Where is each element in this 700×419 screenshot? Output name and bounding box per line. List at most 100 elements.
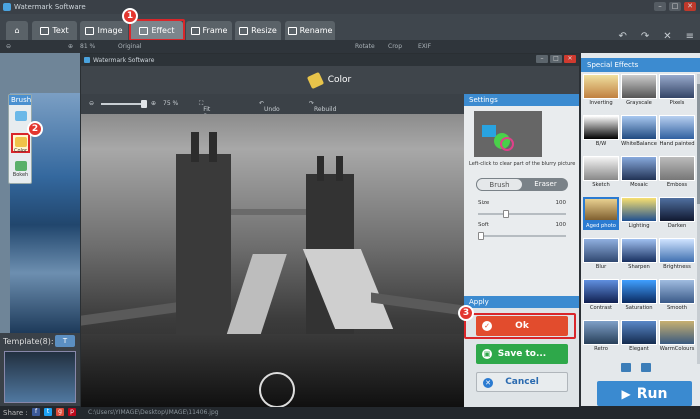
template-panel: Template(8): T	[0, 333, 80, 406]
save-preset-icon[interactable]	[621, 363, 631, 372]
preview-brush-ring	[500, 137, 514, 151]
original-button[interactable]: Original	[118, 43, 141, 50]
effect-label: Darken	[667, 223, 687, 229]
bokeh-brush-icon	[14, 161, 27, 171]
effect-item[interactable]: B/W	[583, 115, 619, 148]
effect-label: Elegant	[629, 346, 649, 352]
tab-frame[interactable]: Frame	[186, 21, 232, 40]
bridge-photo-canvas[interactable]	[81, 114, 464, 407]
effect-item[interactable]: Retro	[583, 320, 619, 353]
twitter-icon[interactable]: t	[44, 408, 52, 416]
brush-item-bokeh[interactable]: Bokeh	[11, 159, 30, 179]
save-to-button[interactable]: ▣ Save to...	[476, 344, 568, 364]
app-title: Watermark Software	[14, 3, 86, 11]
zoom-in-icon[interactable]: ⊕	[68, 43, 73, 50]
home-icon: ⌂	[14, 26, 20, 35]
cancel-button[interactable]: ✕ Cancel	[476, 372, 568, 392]
effect-item[interactable]: Aged photo	[583, 197, 619, 230]
effect-item[interactable]: Grayscale	[621, 74, 657, 107]
eraser-mode-button[interactable]: Eraser	[523, 178, 568, 191]
dialog-app-icon	[84, 57, 90, 63]
effect-label: Hand painted	[659, 141, 695, 147]
size-slider[interactable]	[478, 210, 566, 218]
step-badge-2: 2	[27, 121, 43, 137]
exif-button[interactable]: EXIF	[418, 43, 431, 50]
rename-icon	[287, 26, 297, 35]
app-titlebar: Watermark Software – □ ✕	[0, 0, 700, 14]
facebook-icon[interactable]: f	[32, 408, 40, 416]
color-brush-label: Color	[13, 148, 28, 154]
soft-slider[interactable]	[478, 232, 566, 240]
ok-button[interactable]: ✓ Ok	[476, 316, 568, 336]
step-badge-3: 3	[458, 305, 474, 321]
soft-slider-knob[interactable]	[478, 232, 484, 240]
rotate-button[interactable]: Rotate	[355, 43, 375, 50]
size-slider-knob[interactable]	[502, 210, 509, 218]
size-row: Size 100	[478, 200, 566, 206]
effect-thumbnail	[621, 115, 657, 140]
load-preset-icon[interactable]	[641, 363, 651, 372]
tab-image[interactable]: Image	[80, 21, 128, 40]
undo-button[interactable]: ↶ Undo	[259, 100, 280, 113]
effect-item[interactable]: Mosaic	[621, 156, 657, 189]
effect-item[interactable]: Inverting	[583, 74, 619, 107]
main-zoom-value: 81 %	[80, 43, 96, 50]
brush-item-color[interactable]: Color	[11, 133, 30, 154]
effect-item[interactable]: Lighting	[621, 197, 657, 230]
close-button[interactable]: ✕	[684, 2, 696, 11]
minimize-button[interactable]: –	[654, 2, 666, 11]
effect-item[interactable]: Hand painted	[659, 115, 695, 148]
effect-label: Emboss	[666, 182, 688, 188]
template-add-button[interactable]: T	[55, 335, 75, 347]
run-button[interactable]: ▶ Run	[597, 381, 692, 406]
effect-item[interactable]: Elegant	[621, 320, 657, 353]
effect-item[interactable]: Contrast	[583, 279, 619, 312]
effect-item[interactable]: Smooth	[659, 279, 695, 312]
right-tower-spire-a	[317, 156, 324, 181]
pinterest-icon[interactable]: p	[68, 408, 76, 416]
effect-item[interactable]: Sketch	[583, 156, 619, 189]
tab-rename[interactable]: Rename	[285, 21, 335, 40]
maximize-button[interactable]: □	[669, 2, 681, 11]
effect-item[interactable]: Brightness	[659, 238, 695, 271]
crop-button[interactable]: Crop	[388, 43, 402, 50]
play-icon: ▶	[621, 386, 631, 401]
tab-text[interactable]: Text	[32, 21, 77, 40]
effect-label: Sketch	[592, 182, 610, 188]
tab-home[interactable]: ⌂	[6, 21, 28, 40]
fit-screen-button[interactable]: ⛶ Fit Screen	[199, 100, 224, 120]
dialog-close-button[interactable]: ✕	[564, 55, 576, 63]
zoom-out-icon[interactable]: ⊖	[6, 43, 11, 50]
effect-item[interactable]: Darken	[659, 197, 695, 230]
size-value: 100	[555, 200, 567, 206]
dialog-zoom-out-icon[interactable]: ⊖	[89, 100, 94, 107]
effect-item[interactable]: Sharpen	[621, 238, 657, 271]
image-icon	[85, 26, 95, 35]
apply-title: Apply	[464, 296, 579, 308]
dialog-minimize-button[interactable]: –	[536, 55, 548, 63]
googleplus-icon[interactable]: g	[56, 408, 64, 416]
brush-mode-button[interactable]: Brush	[476, 178, 523, 191]
dialog-maximize-button[interactable]: □	[550, 55, 562, 63]
run-label: Run	[636, 385, 668, 402]
rebuild-button[interactable]: ↷ Rebuild	[309, 100, 336, 113]
settings-preview-image	[474, 111, 542, 157]
save-to-label: Save to...	[497, 349, 547, 359]
effect-item[interactable]: Saturation	[621, 279, 657, 312]
dialog-zoom-in-icon[interactable]: ⊕	[151, 100, 156, 107]
resize-icon	[239, 26, 249, 35]
effect-item[interactable]: WhiteBalance	[621, 115, 657, 148]
ok-label: Ok	[515, 321, 529, 331]
effect-item[interactable]: Emboss	[659, 156, 695, 189]
file-path: C:\Users\YIMAGE\Desktop\IMAGE\11406.jpg	[88, 409, 219, 416]
effect-item[interactable]: WarmColours	[659, 320, 695, 353]
dialog-zoom-slider[interactable]	[101, 100, 147, 108]
effect-item[interactable]: Pixels	[659, 74, 695, 107]
tab-resize[interactable]: Resize	[235, 21, 281, 40]
special-effects-title: Special Effects	[581, 58, 700, 72]
rebuild-label: Rebuild	[314, 106, 337, 113]
size-label: Size	[478, 200, 490, 206]
template-thumbnail[interactable]	[4, 351, 76, 403]
effect-item[interactable]: Blur	[583, 238, 619, 271]
effect-thumbnail	[659, 74, 695, 99]
